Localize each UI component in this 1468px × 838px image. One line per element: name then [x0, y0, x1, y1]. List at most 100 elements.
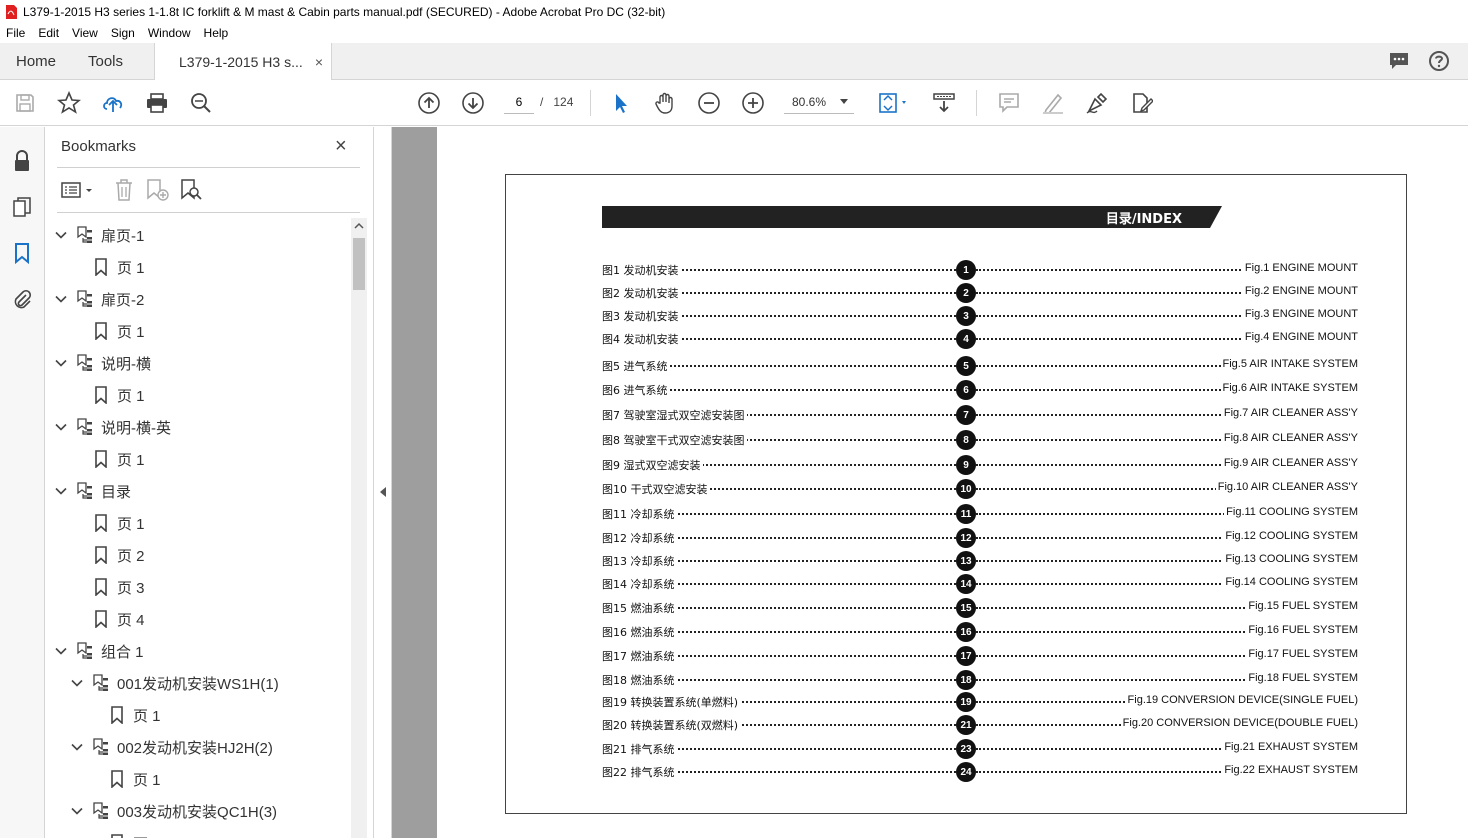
index-entry[interactable]: 图19 转换装置系统(单燃料) 19 Fig.19 CONVERSION DEVIC… [602, 692, 1358, 712]
hand-tool-icon[interactable] [653, 91, 677, 115]
close-icon[interactable]: × [335, 136, 347, 156]
chevron-down-icon[interactable] [71, 741, 83, 753]
index-entry[interactable]: 图21 排气系统 23 Fig.21 EXHAUST SYSTEM [602, 739, 1358, 759]
menu-edit[interactable]: Edit [38, 26, 59, 40]
bookmark-group-item[interactable]: 目录 [55, 475, 131, 507]
index-entry[interactable]: 图18 燃油系统 18 Fig.18 FUEL SYSTEM [602, 670, 1358, 690]
bookmarks-scrollbar[interactable] [351, 218, 367, 838]
scroll-up-arrow-icon[interactable] [351, 222, 367, 232]
new-bookmark-icon[interactable] [145, 178, 171, 202]
scroll-thumb[interactable] [353, 238, 365, 290]
chevron-down-icon[interactable] [55, 293, 67, 305]
zoom-out-icon[interactable] [697, 91, 721, 115]
panel-collapse-handle[interactable] [374, 127, 392, 838]
bookmark-page-item[interactable]: 页 3 [93, 571, 145, 603]
highlight-pen-icon[interactable] [1041, 91, 1065, 115]
index-entry[interactable]: 图14 冷却系统 14 Fig.14 COOLING SYSTEM [602, 574, 1358, 594]
index-entry[interactable]: 图16 燃油系统 16 Fig.16 FUEL SYSTEM [602, 622, 1358, 642]
chevron-down-icon[interactable] [55, 421, 67, 433]
lock-icon[interactable] [10, 149, 34, 173]
upload-cloud-icon[interactable] [101, 91, 125, 115]
tab-tools[interactable]: Tools [88, 43, 123, 80]
bookmark-group-item[interactable]: 扉页-1 [55, 219, 144, 251]
document-view[interactable]: 目录/INDEX 图1 发动机安装 1 Fig.1 ENGINE MOUNT 图2 发… [437, 127, 1468, 838]
index-entry[interactable]: 图1 发动机安装 1 Fig.1 ENGINE MOUNT [602, 260, 1358, 280]
index-entry[interactable]: 图11 冷却系统 11 Fig.11 COOLING SYSTEM [602, 504, 1358, 524]
bookmark-label: 001发动机安装WS1H(1) [117, 675, 279, 693]
tab-close-icon[interactable]: × [315, 54, 323, 70]
bookmark-group-item[interactable]: 组合 1 [55, 635, 144, 667]
pages-thumbnail-icon[interactable] [10, 195, 34, 219]
bookmark-page-item[interactable]: 页 1 [93, 315, 145, 347]
save-icon[interactable] [13, 91, 37, 115]
bookmark-options-icon[interactable] [61, 179, 95, 201]
attachment-paperclip-icon[interactable] [10, 287, 34, 311]
chevron-down-icon[interactable] [55, 645, 67, 657]
comment-icon[interactable] [997, 91, 1021, 115]
chevron-down-icon[interactable] [55, 229, 67, 241]
bookmark-group-item[interactable]: 说明-横 [55, 347, 151, 379]
menu-window[interactable]: Window [148, 26, 191, 40]
zoom-level-value: 80.6% [792, 94, 827, 109]
pdf-page: 目录/INDEX 图1 发动机安装 1 Fig.1 ENGINE MOUNT 图2 发… [505, 174, 1407, 814]
comment-bubble-icon[interactable] [1388, 50, 1410, 72]
index-entry[interactable]: 图13 冷却系统 13 Fig.13 COOLING SYSTEM [602, 551, 1358, 571]
index-entry[interactable]: 图9 湿式双空滤安装 9 Fig.9 AIR CLEANER ASS'Y [602, 455, 1358, 475]
chevron-down-icon[interactable] [55, 357, 67, 369]
scroll-mode-icon[interactable] [932, 91, 956, 115]
index-entry[interactable]: 图15 燃油系统 15 Fig.15 FUEL SYSTEM [602, 598, 1358, 618]
chevron-down-icon[interactable] [71, 677, 83, 689]
bookmark-group-item[interactable]: 说明-横-英 [55, 411, 171, 443]
sign-pen-icon[interactable] [1085, 91, 1109, 115]
bookmark-page-item[interactable]: 页 4 [93, 603, 145, 635]
index-entry[interactable]: 图8 驾驶室干式双空滤安装图 8 Fig.8 AIR CLEANER ASS'Y [602, 430, 1358, 450]
bookmark-page-item[interactable]: 页 1 [109, 827, 161, 838]
menu-sign[interactable]: Sign [111, 26, 135, 40]
chevron-down-icon[interactable] [55, 485, 67, 497]
select-cursor-icon[interactable] [609, 91, 633, 115]
previous-page-icon[interactable] [417, 91, 441, 115]
menu-view[interactable]: View [72, 26, 98, 40]
index-entry[interactable]: 图7 驾驶室湿式双空滤安装图 7 Fig.7 AIR CLEANER ASS'Y [602, 405, 1358, 425]
zoom-in-icon[interactable] [741, 91, 765, 115]
bookmark-group-item[interactable]: 002发动机安装HJ2H(2) [71, 731, 273, 763]
bookmark-page-item[interactable]: 页 1 [93, 251, 145, 283]
page-number-input[interactable] [504, 90, 534, 114]
index-entry[interactable]: 图17 燃油系统 17 Fig.17 FUEL SYSTEM [602, 646, 1358, 666]
tab-home[interactable]: Home [16, 43, 56, 80]
export-edit-icon[interactable] [1129, 91, 1153, 115]
menu-file[interactable]: File [6, 26, 25, 40]
index-entry[interactable]: 图2 发动机安装 2 Fig.2 ENGINE MOUNT [602, 283, 1358, 303]
bookmark-page-item[interactable]: 页 2 [93, 539, 145, 571]
chevron-down-icon[interactable] [71, 805, 83, 817]
bookmark-page-item[interactable]: 页 1 [93, 443, 145, 475]
zoom-level-dropdown[interactable]: 80.6% [784, 90, 854, 114]
index-entry-english: Fig.20 CONVERSION DEVICE(DOUBLE FUEL) [1120, 717, 1358, 729]
index-entry[interactable]: 图20 转换装置系统(双燃料) 21 Fig.20 CONVERSION DEVIC… [602, 715, 1358, 735]
help-icon[interactable] [1428, 50, 1450, 72]
page-layout-icon[interactable] [876, 91, 912, 115]
bookmark-search-icon[interactable] [179, 178, 203, 202]
star-icon[interactable] [57, 91, 81, 115]
bookmark-page-item[interactable]: 页 1 [109, 763, 161, 795]
print-icon[interactable] [145, 91, 169, 115]
bookmark-page-item[interactable]: 页 1 [93, 379, 145, 411]
next-page-icon[interactable] [461, 91, 485, 115]
bookmark-page-item[interactable]: 页 1 [109, 699, 161, 731]
index-entry[interactable]: 图4 发动机安装 4 Fig.4 ENGINE MOUNT [602, 329, 1358, 349]
index-entry[interactable]: 图6 进气系统 6 Fig.6 AIR INTAKE SYSTEM [602, 380, 1358, 400]
delete-trash-icon[interactable] [113, 178, 135, 202]
bookmark-page-item[interactable]: 页 1 [93, 507, 145, 539]
index-entry[interactable]: 图12 冷却系统 12 Fig.12 COOLING SYSTEM [602, 528, 1358, 548]
tab-document[interactable]: L379-1-2015 H3 s... × [154, 43, 332, 81]
index-entry[interactable]: 图22 排气系统 24 Fig.22 EXHAUST SYSTEM [602, 762, 1358, 782]
bookmark-group-item[interactable]: 003发动机安装QC1H(3) [71, 795, 277, 827]
index-entry[interactable]: 图5 进气系统 5 Fig.5 AIR INTAKE SYSTEM [602, 356, 1358, 376]
index-entry[interactable]: 图3 发动机安装 3 Fig.3 ENGINE MOUNT [602, 306, 1358, 326]
index-entry[interactable]: 图10 干式双空滤安装 10 Fig.10 AIR CLEANER ASS'Y [602, 479, 1358, 499]
bookmark-group-item[interactable]: 扉页-2 [55, 283, 144, 315]
bookmark-panel-icon[interactable] [10, 241, 34, 265]
bookmark-group-item[interactable]: 001发动机安装WS1H(1) [71, 667, 279, 699]
menu-help[interactable]: Help [204, 26, 229, 40]
zoom-search-icon[interactable] [189, 91, 213, 115]
